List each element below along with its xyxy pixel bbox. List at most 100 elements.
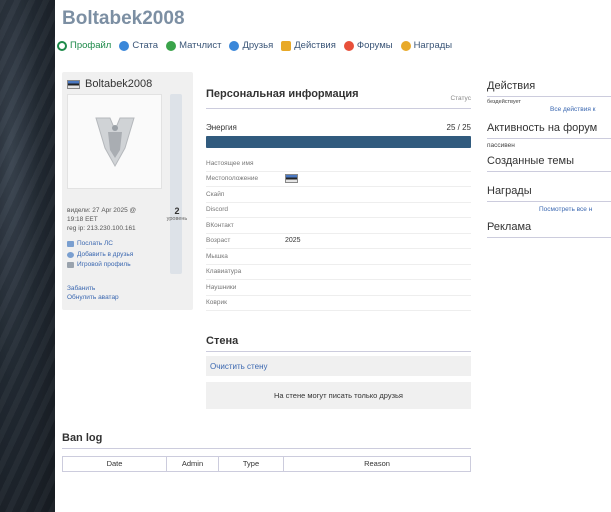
steam-icon	[67, 262, 74, 269]
trophy-icon	[400, 40, 411, 51]
card-meta: видели: 27 Apr 2025 @ 19:18 EET reg ip: …	[67, 206, 136, 233]
field-label: ВКонтакт	[206, 221, 234, 229]
field-row: Местоположение	[206, 172, 471, 187]
field-label: Discord	[206, 206, 229, 214]
friends-icon	[229, 40, 240, 51]
game-profile-link[interactable]: Игровой профиль	[67, 260, 133, 271]
admin-links: Забанить Обнулить аватар	[67, 284, 119, 302]
user-level: 2 уровень	[164, 206, 190, 222]
card-scrollbar[interactable]	[170, 94, 182, 274]
tab-awards[interactable]: Награды	[400, 40, 453, 51]
tab-forums[interactable]: Форумы	[343, 40, 393, 51]
field-row: Коврик	[206, 296, 471, 311]
add-user-icon	[67, 251, 74, 258]
energy-row: Энергия 25 / 25	[206, 123, 471, 132]
field-row: Клавиатура	[206, 265, 471, 280]
globe-icon	[166, 40, 177, 51]
last-seen: видели: 27 Apr 2025 @	[67, 207, 137, 214]
field-row: Настоящее имя	[206, 156, 471, 172]
actions-status: бездействует	[487, 99, 521, 105]
personal-info-title: Персональная информация	[206, 88, 359, 100]
field-row: ВКонтакт	[206, 218, 471, 234]
created-topics-title: Созданные темы	[487, 155, 575, 167]
tab-label: Стата	[132, 40, 159, 51]
avatar-medal-icon	[94, 117, 135, 167]
profile-card: Boltabek2008 видели: 27 Apr 2025 @ 19:18…	[62, 72, 193, 310]
tab-stats[interactable]: Стата	[119, 40, 158, 51]
link-label: Послать ЛС	[77, 240, 113, 247]
link-label: Добавить в друзья	[77, 250, 134, 258]
flag-icon	[67, 79, 80, 89]
avatar	[67, 94, 162, 189]
all-actions-link[interactable]: Все действия к	[487, 106, 611, 113]
ban-log-title: Ban log	[62, 432, 103, 444]
profile-tabs: Профайл Стата Матчлист Друзья Действия Ф…	[57, 40, 452, 51]
energy-bar-fill	[206, 136, 471, 148]
divider	[487, 96, 611, 97]
personal-info: Персональная информация Статус Энергия 2…	[206, 88, 471, 311]
profile-username: Boltabek2008	[62, 8, 185, 29]
tab-profile[interactable]: Профайл	[57, 40, 111, 51]
tab-label: Профайл	[70, 40, 112, 51]
column-header: Date	[63, 457, 167, 471]
actions-title: Действия	[487, 80, 536, 92]
field-row: Наушники	[206, 280, 471, 296]
tab-actions[interactable]: Действия	[281, 40, 336, 51]
tab-label: Друзья	[242, 40, 274, 51]
tab-label: Награды	[413, 40, 453, 51]
forum-activity-title: Активность на форум	[487, 122, 598, 134]
column-header: Type	[219, 457, 284, 471]
field-label: Настоящее имя	[206, 159, 254, 167]
divider	[62, 448, 471, 449]
page-background	[0, 0, 55, 512]
divider	[487, 237, 611, 238]
add-friend-link[interactable]: Добавить в друзья	[67, 250, 133, 261]
column-header: Reason	[364, 459, 390, 468]
field-row: Мышка	[206, 249, 471, 265]
tab-matchlist[interactable]: Матчлист	[166, 40, 221, 51]
actions-icon	[281, 40, 292, 51]
field-label: Местоположение	[206, 175, 259, 183]
card-actions: Послать ЛС Добавить в друзья Игровой про…	[67, 239, 133, 271]
send-message-link[interactable]: Послать ЛС	[67, 239, 133, 250]
info-fields: Настоящее имя Местоположение Скайп Disco…	[206, 156, 471, 311]
divider	[487, 171, 611, 172]
energy-value: 25 / 25	[446, 123, 471, 132]
ban-link[interactable]: Забанить	[67, 284, 119, 293]
divider	[487, 201, 611, 202]
wall-title: Стена	[206, 335, 239, 347]
field-label: Мышка	[206, 252, 228, 260]
field-row: Возраст 2025	[206, 234, 471, 249]
reset-avatar-link[interactable]: Обнулить аватар	[67, 293, 119, 302]
awards-title: Награды	[487, 185, 532, 197]
ban-log-table-header: Date Admin Type Reason	[62, 456, 471, 472]
status-label: Статус	[450, 95, 471, 102]
tab-label: Матчлист	[179, 40, 222, 51]
tab-label: Действия	[294, 40, 336, 51]
link-label: Игровой профиль	[77, 261, 131, 268]
forum-icon	[343, 40, 354, 51]
divider	[206, 108, 471, 109]
divider	[206, 351, 471, 352]
field-row: Discord	[206, 203, 471, 218]
view-all-awards-link[interactable]: Посмотреть все н	[487, 206, 611, 213]
level-label: уровень	[166, 216, 188, 222]
column-header: Admin	[167, 457, 219, 471]
mail-icon	[67, 241, 74, 248]
field-row: Скайп	[206, 187, 471, 203]
info-icon	[119, 40, 130, 51]
profile-icon	[57, 40, 67, 51]
energy-bar	[206, 136, 471, 148]
profile-page: Boltabek2008 Профайл Стата Матчлист Друз…	[55, 0, 611, 512]
tab-friends[interactable]: Друзья	[229, 40, 273, 51]
energy-label: Энергия	[206, 123, 237, 132]
location-flag-icon	[285, 174, 298, 184]
last-seen-time: 19:18 EET	[67, 216, 98, 223]
reg-ip: reg ip: 213.230.100.161	[67, 225, 136, 232]
field-label: Коврик	[206, 299, 227, 307]
tab-label: Форумы	[356, 40, 393, 51]
field-label: Возраст	[206, 237, 231, 245]
clear-wall-button[interactable]: Очистить стену	[206, 356, 471, 376]
forum-activity-status: пассивен	[487, 142, 515, 149]
right-sidebar: Действия бездействует Все действия к Акт…	[487, 80, 611, 238]
